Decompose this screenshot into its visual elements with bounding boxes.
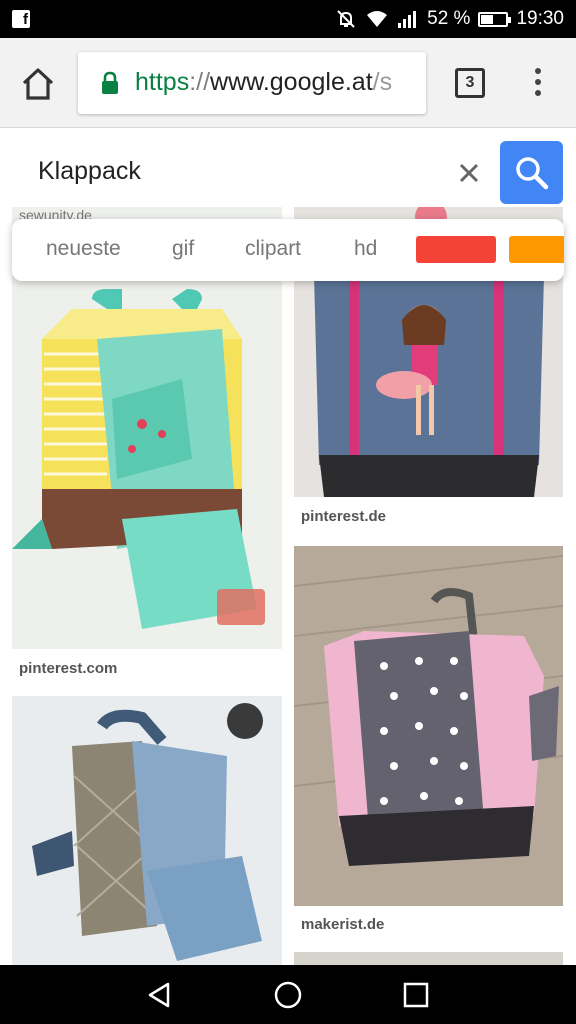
url-separator: :// bbox=[189, 68, 211, 96]
filter-chips: neueste gif clipart hd bbox=[12, 219, 564, 281]
recent-apps-icon[interactable] bbox=[400, 979, 432, 1011]
battery-icon bbox=[478, 11, 512, 27]
facebook-notification-icon: f bbox=[12, 10, 30, 28]
clock: 19:30 bbox=[516, 8, 564, 29]
chip-clipart[interactable]: clipart bbox=[245, 237, 301, 261]
result-source[interactable]: pinterest.com bbox=[19, 660, 117, 677]
search-button[interactable] bbox=[500, 141, 563, 204]
search-icon bbox=[516, 157, 549, 190]
home-icon bbox=[22, 68, 54, 100]
search-results-page: pinterest.com pinterest.de makerist.de K… bbox=[0, 129, 576, 965]
status-icons: 52 % 19:30 bbox=[335, 8, 564, 30]
home-button[interactable] bbox=[18, 66, 58, 102]
search-bar: Klappack bbox=[0, 129, 576, 207]
navigation-bar bbox=[0, 965, 576, 1024]
chip-neueste[interactable]: neueste bbox=[46, 237, 121, 261]
chip-hd[interactable]: hd bbox=[354, 237, 377, 261]
result-source[interactable]: makerist.de bbox=[301, 916, 384, 933]
signal-icon bbox=[398, 11, 417, 28]
clear-icon[interactable] bbox=[455, 159, 483, 187]
overflow-menu-icon[interactable] bbox=[530, 68, 546, 100]
result-thumbnail[interactable] bbox=[294, 546, 563, 906]
result-thumbnail[interactable] bbox=[12, 696, 282, 965]
lock-icon bbox=[102, 71, 118, 94]
back-icon[interactable] bbox=[144, 979, 176, 1011]
url-path: /s bbox=[372, 68, 393, 96]
status-bar: f 52 % 19:30 bbox=[0, 0, 576, 38]
mute-icon bbox=[337, 10, 355, 28]
url-text: https://www.google.at/s bbox=[135, 68, 392, 97]
result-thumbnail[interactable] bbox=[294, 952, 563, 965]
chip-gif[interactable]: gif bbox=[172, 237, 194, 261]
color-swatch-red[interactable] bbox=[416, 236, 496, 263]
backpack-image-quilted bbox=[12, 696, 282, 965]
browser-toolbar: https://www.google.at/s 3 bbox=[0, 38, 576, 128]
search-query[interactable]: Klappack bbox=[38, 157, 141, 186]
home-circle-icon[interactable] bbox=[272, 979, 304, 1011]
color-swatch-orange[interactable] bbox=[509, 236, 564, 263]
url-scheme: https bbox=[135, 68, 190, 96]
wifi-icon bbox=[367, 11, 388, 27]
tab-switcher-icon[interactable]: 3 bbox=[455, 68, 485, 98]
android-screen: { "status_bar": { "battery_percent": "52… bbox=[0, 0, 576, 1024]
battery-percent: 52 % bbox=[427, 8, 471, 29]
address-bar[interactable]: https://www.google.at/s bbox=[78, 52, 426, 114]
result-source[interactable]: pinterest.de bbox=[301, 508, 386, 525]
url-host: www.google.at bbox=[210, 68, 373, 96]
backpack-image-stars bbox=[294, 546, 563, 906]
